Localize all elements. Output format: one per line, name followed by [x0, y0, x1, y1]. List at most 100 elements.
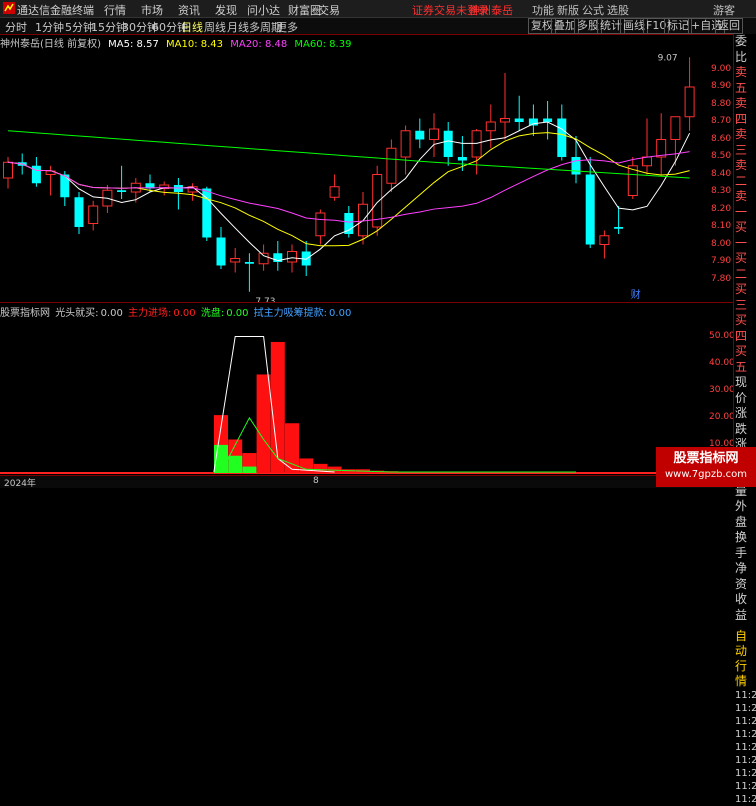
menu-xuangu[interactable]: 选股: [607, 2, 629, 18]
washout-bar: [242, 466, 257, 473]
menu-gongneng[interactable]: 功能: [532, 2, 554, 18]
indicator-header: 股票指标网 光头就买: 0.00 主力进场: 0.00 洗盘: 0.00 拭主力吸筹提…: [0, 304, 353, 319]
tick-time: 11:26: [735, 703, 756, 714]
candle-body: [457, 157, 467, 161]
price-tick-label: 8.40: [711, 168, 732, 179]
menu-item-faxian[interactable]: 发现: [215, 2, 237, 18]
auto-quote-label[interactable]: 自动: [734, 629, 756, 659]
tab-week[interactable]: 周线: [204, 19, 226, 35]
quote-field-label: 外盘: [735, 499, 748, 529]
candle-body: [585, 174, 595, 245]
app-logo-icon: [3, 2, 15, 14]
year-label: 2024年: [4, 479, 36, 489]
candle-body: [287, 251, 297, 263]
candle-body: [216, 237, 226, 266]
tab-month[interactable]: 月线: [227, 19, 249, 35]
quote-field-label: 涨跌: [735, 406, 748, 436]
candle-body: [117, 190, 127, 192]
stock-tag: 神州泰岳: [469, 4, 513, 17]
price-tick-label: 8.80: [711, 98, 732, 109]
indicator-tick-label: 30.00: [709, 384, 735, 395]
tick-time: 11:26: [735, 716, 756, 727]
candle-body: [344, 213, 354, 234]
indicator-tick-label: 40.00: [709, 357, 735, 368]
cai-marker: 财: [631, 288, 641, 301]
quote-field-label: 现价: [735, 375, 748, 405]
menu-item-jiaoyi[interactable]: 交易: [318, 2, 340, 18]
tick-time: 11:26: [735, 755, 756, 766]
tick-time: 11:26: [735, 729, 756, 740]
ma60-line: [7, 130, 690, 179]
candle-body: [599, 235, 610, 245]
candle-body: [443, 130, 453, 157]
candle-body: [74, 197, 84, 227]
tab-day[interactable]: 日线: [181, 19, 203, 35]
candlestick-chart[interactable]: 9.077.73财: [0, 47, 708, 302]
pane-divider: [0, 302, 733, 303]
price-tick-label: 8.70: [711, 116, 732, 126]
tab-more[interactable]: 更多: [276, 19, 298, 35]
quote-field-label: 收益: [735, 592, 748, 622]
price-tick-label: 8.60: [711, 133, 732, 144]
quote-field-label: 买一: [735, 220, 748, 250]
menu-item-hangqing[interactable]: 行情: [104, 2, 126, 18]
candle-body: [500, 118, 510, 123]
quote-field-label: 卖三: [735, 127, 748, 157]
menu-item-zixun[interactable]: 资讯: [178, 2, 200, 18]
indicator-tick-label: 20.00: [709, 411, 735, 422]
quote-field-label: 卖四: [735, 96, 748, 126]
time-axis: 2024年 8: [0, 475, 733, 489]
tick-time: 11:26: [735, 781, 756, 792]
price-tick-label: 9.00: [711, 63, 732, 74]
quote-field-label: 买二: [735, 251, 748, 281]
candle-body: [329, 186, 340, 198]
candle-body: [485, 121, 496, 132]
price-tick-label: 7.80: [711, 273, 732, 284]
price-tick-label: 7.90: [711, 256, 732, 266]
candle-body: [244, 262, 254, 264]
tab-5min[interactable]: 5分钟: [65, 19, 94, 35]
indicator-tick-label: 50.00: [709, 330, 735, 341]
back-button[interactable]: 返回: [715, 18, 743, 34]
candle-body: [656, 139, 667, 158]
candle-body: [614, 227, 624, 229]
watermark-badge: 股票指标网 www.7gpzb.com: [656, 447, 756, 487]
tick-time: 11:26: [735, 768, 756, 779]
candle-body: [670, 116, 681, 140]
candle-body: [642, 156, 652, 167]
candle-body: [514, 118, 524, 122]
quote-field-label: 委比: [735, 34, 748, 64]
tick-time: 11:26: [735, 794, 756, 805]
quote-field-label: 买五: [735, 344, 748, 374]
menu-gongshi[interactable]: 公式: [582, 2, 604, 18]
price-tick-label: 8.00: [711, 238, 732, 249]
quote-field-label: 卖五: [735, 65, 748, 95]
candle-body: [471, 130, 482, 158]
menu-item-shichang[interactable]: 市场: [141, 2, 163, 18]
washout-bar: [228, 455, 243, 473]
candle-body: [258, 252, 269, 265]
quote-field-label: 卖一: [735, 189, 748, 219]
price-tick-label: 8.10: [711, 221, 732, 231]
tab-1min[interactable]: 1分钟: [35, 19, 64, 35]
menu-item-caifuquan[interactable]: 财富圈: [288, 2, 321, 18]
main-force-bar: [256, 374, 271, 473]
indicator-chart[interactable]: [0, 318, 708, 475]
candle-body: [571, 157, 581, 175]
menu-youke[interactable]: 游客: [713, 2, 735, 18]
candle-body: [557, 118, 567, 157]
candle-body: [3, 161, 13, 179]
quote-field-label: 卖二: [735, 158, 748, 188]
tab-fenshi[interactable]: 分时: [5, 19, 27, 35]
price-tick-label: 8.50: [711, 151, 732, 161]
candle-body: [386, 147, 397, 184]
price-tick-label: 8.20: [711, 203, 732, 214]
menu-xinban[interactable]: 新版: [557, 2, 579, 18]
candle-body: [88, 205, 99, 224]
candle-body: [528, 118, 538, 126]
auto-quote-label[interactable]: 行情: [734, 659, 756, 689]
quote-side-panel: 委比卖五卖四卖三卖二卖一买一买二买三买四买五现价涨跌涨幅总量外盘换手净资收益自动…: [733, 34, 756, 805]
quote-field-label: 换手: [735, 530, 748, 560]
menu-item-wenxiaoda[interactable]: 问小达: [247, 2, 280, 18]
app-title: 通达信金融终端: [17, 4, 94, 17]
